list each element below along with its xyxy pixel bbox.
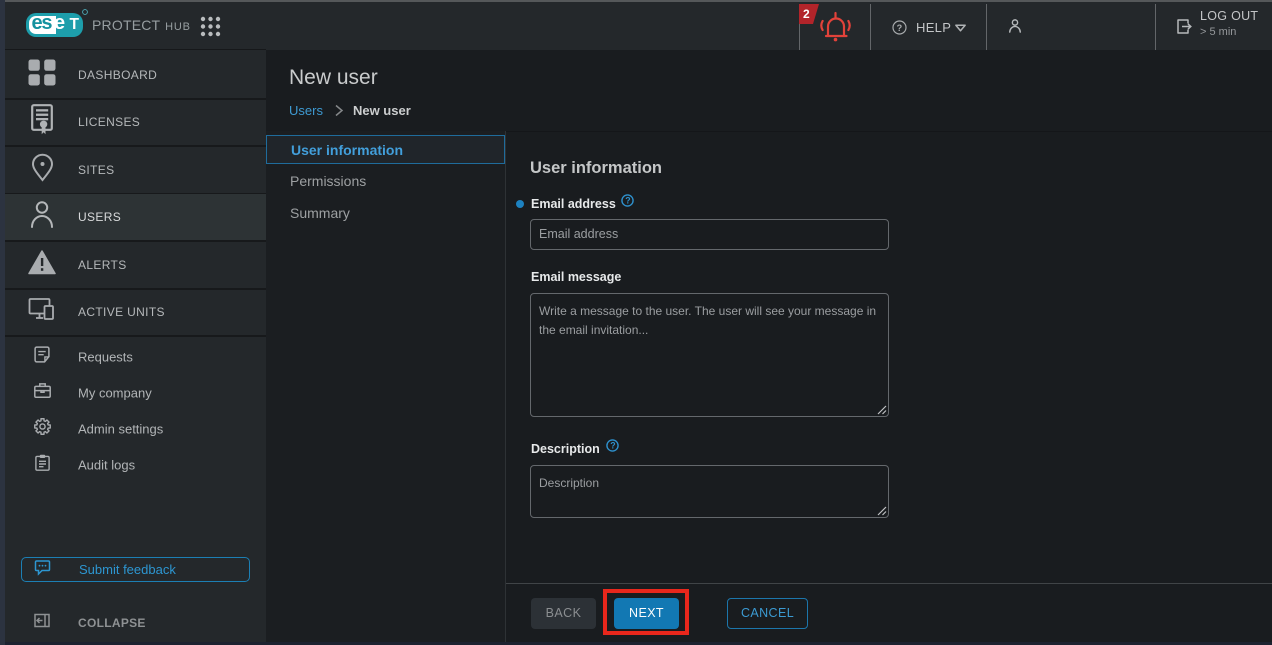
svg-text:?: ? bbox=[625, 196, 630, 206]
svg-text:2: 2 bbox=[803, 7, 810, 21]
svg-text:?: ? bbox=[610, 441, 615, 451]
svg-text:?: ? bbox=[897, 23, 903, 33]
